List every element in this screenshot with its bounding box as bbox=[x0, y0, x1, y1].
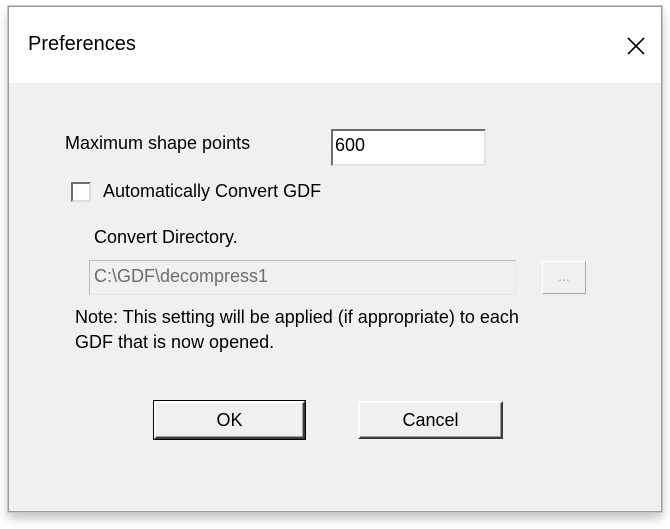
auto-convert-label[interactable]: Automatically Convert GDF bbox=[103, 181, 321, 202]
convert-directory-input[interactable]: C:\GDF\decompress1 bbox=[89, 260, 516, 295]
max-shape-points-label: Maximum shape points bbox=[65, 133, 251, 153]
close-icon bbox=[627, 37, 645, 55]
screen: Preferences Maximum shape points 600 Aut… bbox=[0, 0, 670, 529]
preferences-dialog: Preferences Maximum shape points 600 Aut… bbox=[8, 6, 662, 512]
dialog-title: Preferences bbox=[28, 33, 136, 55]
note-text-line2: GDF that is now opened. bbox=[75, 332, 275, 352]
convert-directory-label: Convert Directory. bbox=[94, 227, 238, 247]
note-text-line1: Note: This setting will be applied (if a… bbox=[75, 307, 519, 327]
close-button[interactable] bbox=[619, 29, 653, 63]
ok-button[interactable]: OK bbox=[153, 400, 306, 440]
browse-button[interactable]: ... bbox=[542, 261, 586, 294]
max-shape-points-input[interactable]: 600 bbox=[331, 129, 486, 166]
title-bar: Preferences bbox=[9, 7, 661, 83]
dialog-body: Maximum shape points 600 Automatically C… bbox=[9, 83, 661, 511]
auto-convert-checkbox[interactable] bbox=[71, 182, 91, 202]
cancel-button[interactable]: Cancel bbox=[358, 401, 503, 439]
